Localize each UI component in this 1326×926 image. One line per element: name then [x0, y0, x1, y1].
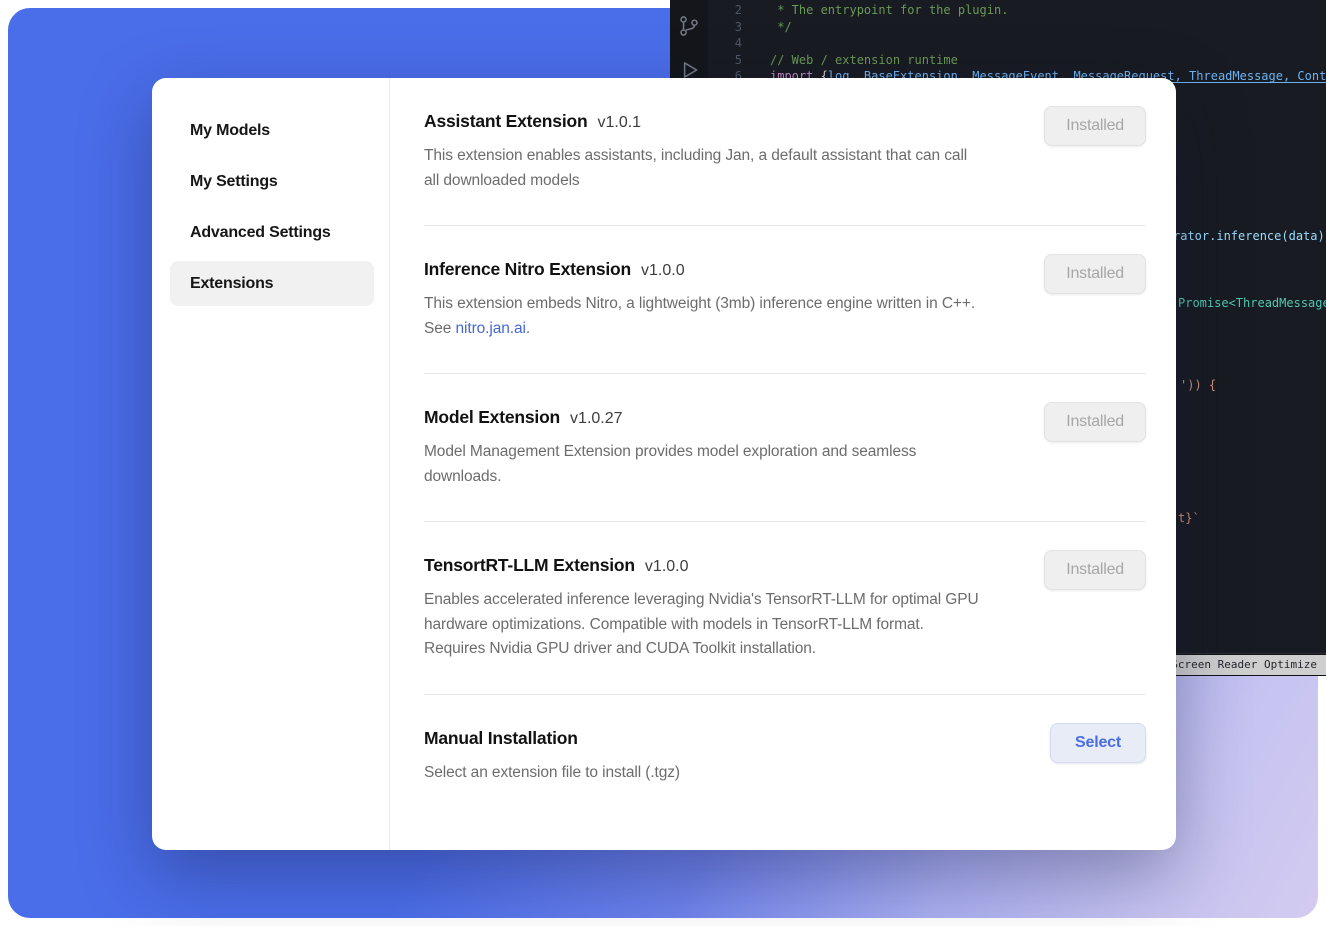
sidebar-item-label: My Settings [190, 173, 278, 191]
description-text: Select an extension file to install (.tg… [424, 764, 680, 781]
sidebar-item-my-settings[interactable]: My Settings [170, 159, 374, 204]
extension-row: Inference Nitro Extension v1.0.0 This ex… [424, 226, 1146, 374]
description-text: This extension enables assistants, inclu… [424, 147, 967, 189]
code-area: 2 * The entrypoint for the plugin. 3 */ … [708, 2, 1326, 85]
installed-button[interactable]: Installed [1044, 550, 1146, 590]
code-line: 2 * The entrypoint for the plugin. [708, 2, 1326, 19]
description-text: Model Management Extension provides mode… [424, 443, 916, 485]
extension-description: Enables accelerated inference leveraging… [424, 588, 979, 662]
screen-reader-badge[interactable]: Screen Reader Optimize [1162, 655, 1326, 675]
sidebar-item-my-models[interactable]: My Models [170, 108, 374, 153]
description-text: . [526, 320, 530, 337]
extension-version: v1.0.27 [570, 410, 622, 428]
sidebar-item-advanced-settings[interactable]: Advanced Settings [170, 210, 374, 255]
sidebar-item-label: Extensions [190, 275, 273, 293]
select-file-button[interactable]: Select [1050, 723, 1146, 763]
installed-button[interactable]: Installed [1044, 402, 1146, 442]
code-text: * The entrypoint for the plugin. [770, 2, 1008, 19]
code-line: 5 // Web / extension runtime [708, 52, 1326, 69]
nitro-jan-ai-link[interactable]: nitro.jan.ai [456, 320, 526, 337]
line-number: 4 [708, 35, 742, 52]
extension-title-row: Assistant Extension v1.0.1 [424, 111, 1146, 132]
sidebar-item-label: Advanced Settings [190, 224, 331, 242]
extension-description: This extension enables assistants, inclu… [424, 144, 979, 193]
extension-row: Assistant Extension v1.0.1 This extensio… [424, 78, 1146, 226]
code-fragment: Promise<ThreadMessage> [1178, 296, 1326, 310]
manual-installation-row: Manual Installation Select an extension … [424, 695, 1146, 818]
extension-name: Model Extension [424, 407, 560, 428]
installed-button[interactable]: Installed [1044, 254, 1146, 294]
line-number: 2 [708, 2, 742, 19]
code-line: 3 */ [708, 19, 1326, 36]
extensions-list: Assistant Extension v1.0.1 This extensio… [390, 78, 1176, 850]
settings-panel: My Models My Settings Advanced Settings … [152, 78, 1176, 850]
sidebar-item-label: My Models [190, 122, 270, 140]
extension-description: Model Management Extension provides mode… [424, 440, 979, 489]
extension-title-row: Inference Nitro Extension v1.0.0 [424, 259, 1146, 280]
extension-title-row: Model Extension v1.0.27 [424, 407, 1146, 428]
extension-row: Model Extension v1.0.27 Model Management… [424, 374, 1146, 522]
extension-version: v1.0.0 [645, 558, 689, 576]
extension-name: Assistant Extension [424, 111, 587, 132]
extension-name: Inference Nitro Extension [424, 259, 631, 280]
extension-title-row: Manual Installation [424, 728, 1146, 749]
extension-row: TensortRT-LLM Extension v1.0.0 Enables a… [424, 522, 1146, 695]
extension-version: v1.0.0 [641, 262, 685, 280]
line-number: 3 [708, 19, 742, 36]
code-text: // Web / extension runtime [770, 52, 958, 69]
installed-button[interactable]: Installed [1044, 106, 1146, 146]
manual-installation-description: Select an extension file to install (.tg… [424, 761, 979, 786]
description-text: Enables accelerated inference leveraging… [424, 591, 979, 657]
line-number: 5 [708, 52, 742, 69]
sidebar-item-extensions[interactable]: Extensions [170, 261, 374, 306]
code-fragment: rator.inference(data)); [1173, 229, 1326, 243]
code-fragment: t}` [1178, 511, 1200, 525]
source-control-icon[interactable] [677, 14, 701, 38]
manual-installation-title: Manual Installation [424, 728, 578, 749]
extension-name: TensortRT-LLM Extension [424, 555, 635, 576]
code-line: 4 [708, 35, 1326, 52]
extension-version: v1.0.1 [597, 114, 641, 132]
extension-description: This extension embeds Nitro, a lightweig… [424, 292, 979, 341]
code-fragment: ')) { [1180, 378, 1216, 392]
extension-title-row: TensortRT-LLM Extension v1.0.0 [424, 555, 1146, 576]
code-text: */ [770, 19, 792, 36]
settings-sidebar: My Models My Settings Advanced Settings … [152, 78, 390, 850]
